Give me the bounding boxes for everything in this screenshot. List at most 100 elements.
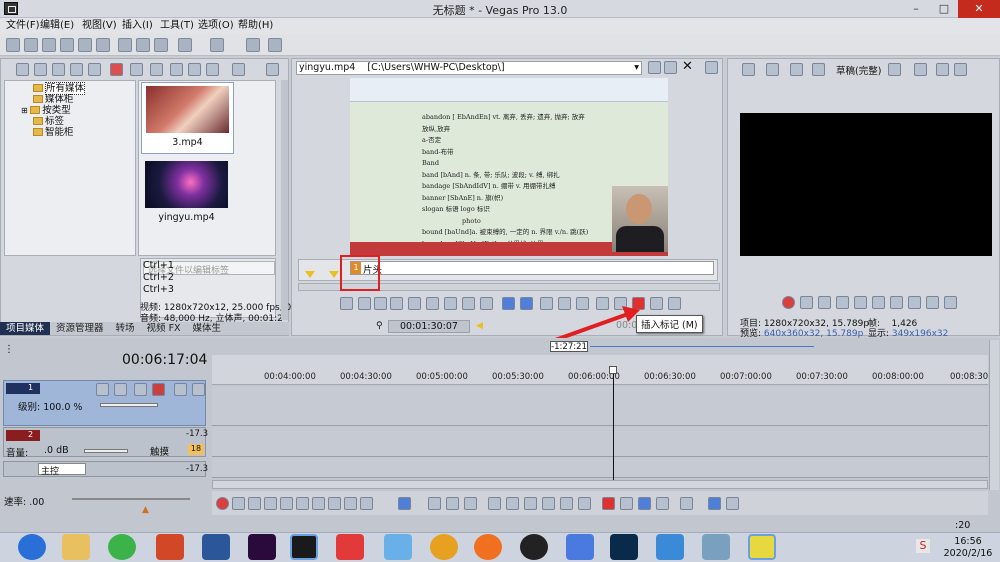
video-track-header[interactable]: 1 级别: 100.0 % bbox=[3, 380, 206, 426]
explorer-scrollbar[interactable] bbox=[281, 80, 288, 320]
automation-mode[interactable]: 触摸 bbox=[150, 444, 169, 458]
tl-prev-icon[interactable] bbox=[344, 497, 357, 510]
level-slider[interactable] bbox=[100, 403, 158, 407]
go-to-start-icon[interactable] bbox=[426, 297, 439, 310]
compositing-icon[interactable] bbox=[134, 383, 147, 396]
record-icon[interactable] bbox=[782, 296, 795, 309]
close-button[interactable]: ✕ bbox=[958, 0, 1000, 18]
split-screen-icon[interactable] bbox=[812, 63, 825, 76]
overwrite-icon[interactable] bbox=[520, 297, 533, 310]
timeline-hscroll[interactable] bbox=[212, 480, 988, 489]
preview-end-icon[interactable] bbox=[908, 296, 921, 309]
prev-frame-icon[interactable] bbox=[462, 297, 475, 310]
photoshop-icon[interactable] bbox=[610, 534, 638, 560]
overlays-icon[interactable] bbox=[888, 63, 901, 76]
play-preview-icon[interactable] bbox=[170, 63, 183, 76]
timeline-collapse-icon[interactable]: ⋮ bbox=[4, 344, 14, 355]
capture-icon[interactable] bbox=[34, 63, 47, 76]
tl-pause-icon[interactable] bbox=[280, 497, 293, 510]
lock-icon[interactable] bbox=[560, 497, 573, 510]
copy-icon[interactable] bbox=[136, 38, 150, 52]
loop-icon[interactable] bbox=[340, 297, 353, 310]
redo-icon[interactable] bbox=[210, 38, 224, 52]
auto-crossfade-icon[interactable] bbox=[656, 497, 669, 510]
media-fx-icon[interactable] bbox=[130, 63, 143, 76]
powerpoint-icon[interactable] bbox=[156, 534, 184, 560]
auto-ripple-icon[interactable] bbox=[680, 497, 693, 510]
preview-pause-icon[interactable] bbox=[854, 296, 867, 309]
playhead-handle[interactable] bbox=[609, 366, 617, 374]
go-to-end-icon[interactable] bbox=[444, 297, 457, 310]
preview-start-icon[interactable] bbox=[890, 296, 903, 309]
tree-item-all-media[interactable]: 所有媒体 bbox=[5, 82, 135, 95]
preview-stop-icon[interactable] bbox=[872, 296, 885, 309]
tl-loop-icon[interactable] bbox=[232, 497, 245, 510]
rate-slider[interactable] bbox=[72, 498, 190, 500]
in-marker[interactable] bbox=[305, 271, 315, 278]
next-frame-icon[interactable] bbox=[480, 297, 493, 310]
start-icon[interactable] bbox=[18, 534, 46, 560]
snapshot-icon[interactable] bbox=[668, 297, 681, 310]
import-media-icon[interactable] bbox=[16, 63, 29, 76]
master-bus-header[interactable]: 主控 -17.3 bbox=[3, 461, 208, 477]
tab-project-media[interactable]: 项目媒体 bbox=[0, 322, 51, 335]
tree-item-smart-bins[interactable]: 智能柜 bbox=[5, 127, 135, 138]
render-icon[interactable] bbox=[78, 38, 92, 52]
selection-tool-icon[interactable] bbox=[446, 497, 459, 510]
auto-preview-icon[interactable] bbox=[206, 63, 219, 76]
split-icon[interactable] bbox=[246, 38, 260, 52]
menu-view[interactable]: 视图(V) bbox=[80, 18, 119, 34]
envelope-tool-icon[interactable] bbox=[428, 497, 441, 510]
tree-item-by-type[interactable]: ⊞ 按类型 bbox=[5, 105, 135, 116]
word-icon[interactable] bbox=[202, 534, 230, 560]
grid-icon[interactable] bbox=[914, 63, 927, 76]
preview-loop-icon[interactable] bbox=[800, 296, 813, 309]
new-project-icon[interactable] bbox=[6, 38, 20, 52]
audio-track-header[interactable]: 2 音量: .0 dB 触摸 -17.3 18 bbox=[3, 427, 208, 459]
lock-envelopes-icon[interactable] bbox=[726, 497, 739, 510]
add-to-timeline-icon[interactable] bbox=[502, 297, 515, 310]
panel-pin-icon[interactable] bbox=[705, 61, 718, 74]
trimmer-props-icon[interactable] bbox=[664, 61, 677, 74]
playhead-cursor[interactable] bbox=[613, 368, 614, 480]
tab-transitions[interactable]: 转场 bbox=[110, 322, 141, 335]
app-icon-yellow[interactable] bbox=[748, 534, 776, 560]
mute-icon[interactable] bbox=[174, 383, 187, 396]
track-fx-icon[interactable] bbox=[114, 383, 127, 396]
wechat-icon[interactable] bbox=[108, 534, 136, 560]
stop-icon[interactable] bbox=[408, 297, 421, 310]
tl-insert-region-icon[interactable] bbox=[620, 497, 633, 510]
trim-end-icon[interactable] bbox=[524, 497, 537, 510]
region-bar[interactable] bbox=[350, 261, 714, 275]
minimize-button[interactable]: – bbox=[902, 0, 930, 18]
trimmer-close-icon[interactable]: ✕ bbox=[682, 59, 693, 74]
save-snapshot-icon[interactable] bbox=[954, 63, 967, 76]
app-icon-orange[interactable] bbox=[474, 534, 502, 560]
app-icon-red[interactable] bbox=[336, 534, 364, 560]
preview-play-start-icon[interactable] bbox=[818, 296, 831, 309]
tree-item-bins[interactable]: 媒体柜 bbox=[5, 94, 135, 105]
properties-small-icon[interactable] bbox=[150, 63, 163, 76]
split-clip-icon[interactable] bbox=[542, 497, 555, 510]
audio-track-lane[interactable] bbox=[212, 427, 988, 457]
menu-edit[interactable]: 编辑(E) bbox=[38, 18, 76, 34]
app-icon-gray[interactable] bbox=[702, 534, 730, 560]
trimmer-time-in[interactable]: 00:01:30:07 bbox=[388, 320, 470, 333]
tl-next-icon[interactable] bbox=[360, 497, 373, 510]
preview-prev-frame-icon[interactable] bbox=[926, 296, 939, 309]
volume-slider[interactable] bbox=[84, 449, 128, 453]
delete-icon[interactable] bbox=[488, 497, 501, 510]
pause-icon[interactable] bbox=[390, 297, 403, 310]
track-motion-icon[interactable] bbox=[96, 383, 109, 396]
trim-start-icon[interactable] bbox=[506, 497, 519, 510]
tl-play-icon[interactable] bbox=[264, 497, 277, 510]
views-icon[interactable] bbox=[232, 63, 245, 76]
tl-insert-marker-icon[interactable] bbox=[602, 497, 615, 510]
media-item-yingyu[interactable]: yingyu.mp4 bbox=[141, 158, 234, 224]
qq-icon[interactable] bbox=[520, 534, 548, 560]
chrome-icon[interactable] bbox=[430, 534, 458, 560]
app-icon-blue[interactable] bbox=[384, 534, 412, 560]
undo-icon[interactable] bbox=[178, 38, 192, 52]
external-monitor-icon[interactable] bbox=[766, 63, 779, 76]
menu-options[interactable]: 选项(O) bbox=[196, 18, 236, 34]
